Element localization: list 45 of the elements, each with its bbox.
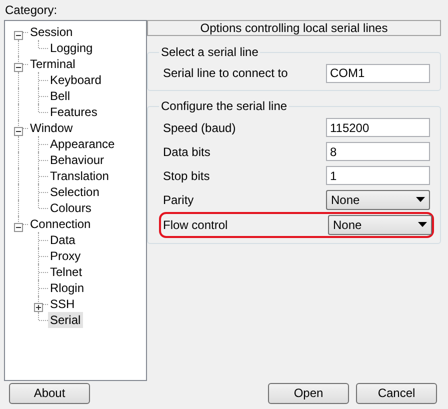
tree-item[interactable]: SSH — [48, 296, 77, 312]
dropdown[interactable]: None — [326, 190, 430, 210]
tree-item[interactable]: Proxy — [48, 248, 83, 264]
tree-item[interactable]: Rlogin — [48, 280, 86, 296]
tree-toggle[interactable] — [14, 220, 23, 229]
field-label: Speed (baud) — [163, 120, 236, 135]
field-label: Parity — [163, 192, 194, 207]
input-field[interactable]: 8 — [326, 142, 430, 162]
caret-icon — [416, 197, 425, 202]
tree-item[interactable]: Serial — [48, 312, 83, 328]
tree-item[interactable]: Telnet — [48, 264, 84, 280]
tree-toggle[interactable] — [14, 124, 23, 133]
group-title: Select a serial line — [160, 45, 260, 60]
tree-toggle[interactable] — [14, 28, 23, 37]
input-field[interactable]: 115200 — [326, 118, 430, 138]
tree-toggle[interactable] — [34, 300, 43, 309]
tree-item[interactable]: Appearance — [48, 136, 117, 152]
field-label: Serial line to connect to — [163, 66, 288, 81]
tree-item[interactable]: Window — [28, 120, 75, 136]
tree-toggle[interactable] — [14, 60, 23, 69]
tree-item[interactable]: Translation — [48, 168, 111, 184]
caret-icon — [418, 222, 427, 228]
category-label: Category: — [4, 3, 58, 19]
tree-item[interactable]: Selection — [48, 184, 102, 200]
dialog-button[interactable]: Open — [268, 383, 349, 404]
tree-item[interactable]: Connection — [28, 216, 93, 232]
group-title: Configure the serial line — [160, 99, 288, 114]
tree-item[interactable]: Data — [48, 232, 78, 248]
input-field[interactable]: 1 — [326, 166, 430, 186]
panel-title: Options controlling local serial lines — [147, 20, 441, 36]
tree-item[interactable]: Behaviour — [48, 152, 106, 168]
tree-item[interactable]: Keyboard — [48, 72, 104, 88]
tree-item[interactable]: Features — [48, 104, 100, 120]
dropdown[interactable]: None — [328, 214, 432, 235]
dialog-button[interactable]: About — [9, 383, 90, 404]
tree-item[interactable]: Logging — [48, 40, 95, 56]
dialog-button[interactable]: Cancel — [356, 383, 437, 404]
input-field[interactable]: COM1 — [326, 64, 430, 83]
field-label: Flow control — [163, 218, 228, 232]
tree-item[interactable]: Bell — [48, 88, 72, 104]
tree-item[interactable]: Terminal — [28, 56, 78, 72]
field-label: Stop bits — [163, 168, 210, 183]
field-label: Data bits — [163, 144, 210, 159]
tree-item[interactable]: Session — [28, 24, 75, 40]
tree-item[interactable]: Colours — [48, 200, 94, 216]
